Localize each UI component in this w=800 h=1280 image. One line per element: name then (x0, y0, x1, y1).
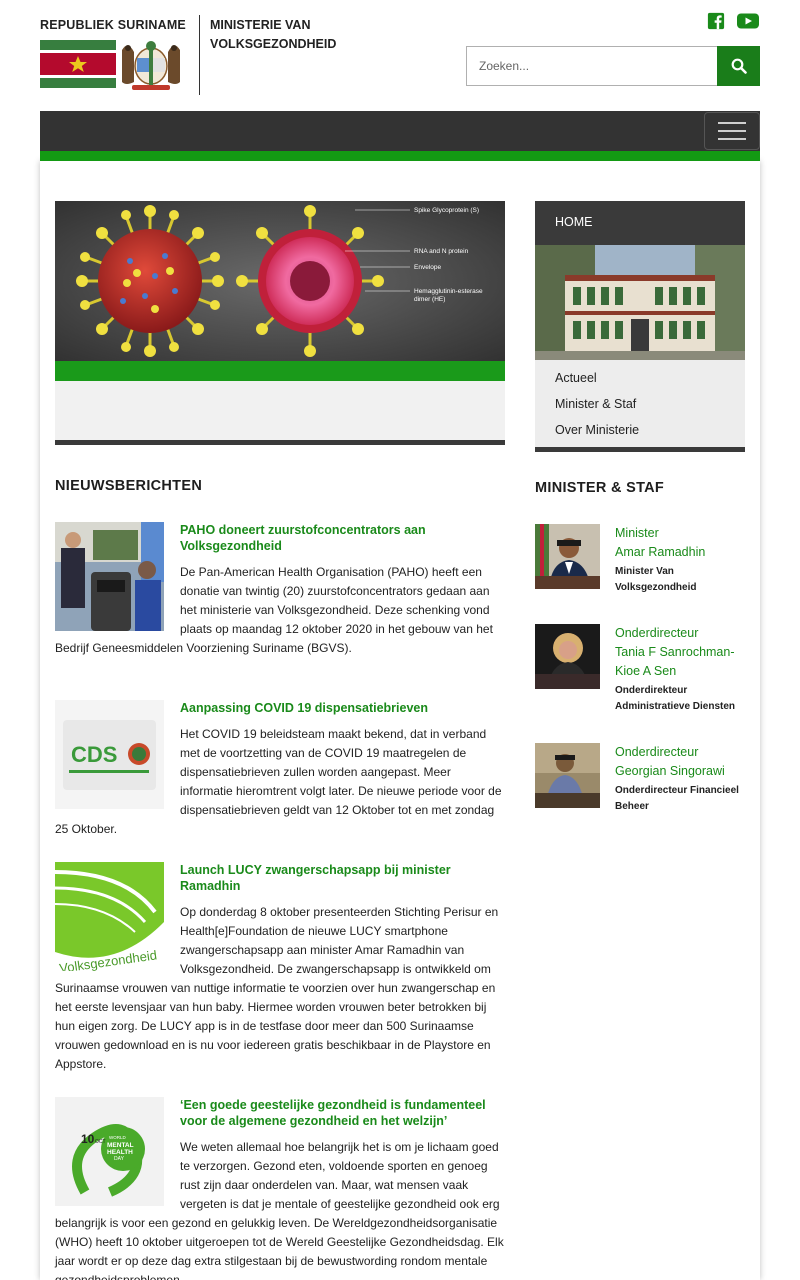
staff-position: Onderdirekteur Administratieve Diensten (615, 685, 736, 712)
mental-health-world: WORLD (109, 1135, 127, 1140)
suriname-flag-icon (40, 40, 116, 88)
site-logo[interactable]: REPUBLIEK SURINAME (40, 16, 186, 94)
mental-health-date: 10 (81, 1132, 95, 1146)
staff-name[interactable]: Georgian Singorawi (615, 762, 750, 781)
sidebar-item-minister-staf[interactable]: Minister & Staf (555, 391, 639, 417)
staff-role[interactable]: Minister (615, 524, 750, 543)
coat-of-arms-icon (122, 41, 180, 90)
cds-logo-text: CDS (71, 742, 117, 767)
hamburger-menu-icon-line (718, 138, 746, 140)
mental-health-health: HEALTH (107, 1149, 133, 1156)
news-item: CDS Aanpassing COVID 19 dispensatiebriev… (55, 700, 505, 839)
news-thumb-mental-health-day[interactable]: 10 OCT WORLD MENTAL HEALTH DAY (55, 1097, 164, 1206)
sidebar-item-home[interactable]: HOME (535, 201, 745, 245)
coronavirus-illustration: Spike Glycoprotein (S) RNA and N protein… (55, 201, 505, 361)
staff-text: Onderdirecteur Tania F Sanrochman-Kioe A… (615, 624, 750, 715)
slider-caption-bar (55, 361, 505, 381)
slider-label-he-line2: dimer (HE) (414, 296, 445, 303)
ministry-name-line1: MINISTERIE VAN (210, 18, 311, 32)
sidebar-item-actueel[interactable]: Actueel (555, 365, 639, 391)
hamburger-menu-icon (718, 122, 746, 124)
sidebar-menu: HOME Actueel Minister & Staf Over Minist… (535, 201, 745, 452)
slider-label-he-line1: Hemagglutinin-esterase (414, 288, 483, 295)
slider-bottom-border (55, 440, 505, 445)
mental-health-month: OCT (95, 1139, 106, 1145)
facebook-icon[interactable] (706, 12, 726, 30)
youtube-icon[interactable] (736, 12, 760, 30)
staff-text: Onderdirecteur Georgian Singorawi Onderd… (615, 743, 750, 815)
navbar-accent-bar (40, 151, 760, 161)
search-form (466, 46, 760, 86)
news-item: PAHO doneert zuurstofconcentrators aan V… (55, 522, 505, 658)
search-input[interactable] (466, 46, 718, 86)
staff-position: Onderdirecteur Financieel Beheer (615, 785, 739, 812)
ministry-name[interactable]: MINISTERIE VAN VOLKSGEZONDHEID (210, 16, 410, 54)
staff-name[interactable]: Amar Ramadhin (615, 543, 750, 562)
staff-role[interactable]: Onderdirecteur (615, 743, 750, 762)
staff-photo-onderdirecteur-1[interactable] (535, 624, 600, 689)
hamburger-menu-icon-line (718, 130, 746, 132)
search-button[interactable] (717, 46, 760, 86)
sidebar-item-over-ministerie[interactable]: Over Ministerie (555, 417, 639, 443)
slider-label-rna: RNA and N protein (414, 248, 469, 255)
hero-slider[interactable]: Spike Glycoprotein (S) RNA and N protein… (55, 201, 505, 445)
staff-photo-minister[interactable] (535, 524, 600, 589)
sidebar-bottom-border (535, 447, 745, 452)
news-thumb-paho[interactable] (55, 522, 164, 631)
logo-title: REPUBLIEK SURINAME (40, 18, 186, 32)
news-item: 10 OCT WORLD MENTAL HEALTH DAY ‘Een goed… (55, 1097, 505, 1280)
slider-label-spike: Spike Glycoprotein (S) (414, 207, 479, 214)
mental-health-day: DAY (114, 1156, 125, 1162)
search-icon (731, 58, 747, 74)
staff-heading: MINISTER & STAF (535, 480, 665, 496)
staff-photo-onderdirecteur-2[interactable] (535, 743, 600, 808)
staff-name[interactable]: Tania F Sanrochman-Kioe A Sen (615, 643, 750, 681)
staff-position: Minister Van Volksgezondheid (615, 566, 697, 593)
news-thumb-cds[interactable]: CDS (55, 700, 164, 809)
mental-health-mental: MENTAL (107, 1142, 134, 1149)
news-heading: NIEUWSBERICHTEN (55, 478, 203, 494)
ministry-building-photo (535, 245, 745, 360)
staff-text: Minister Amar Ramadhin Minister Van Volk… (615, 524, 750, 596)
navbar-toggler[interactable] (704, 112, 760, 150)
ministry-name-line2: VOLKSGEZONDHEID (210, 37, 337, 51)
news-item: Volksgezondheid Launch LUCY zwangerschap… (55, 862, 505, 1074)
main-navbar (40, 111, 760, 151)
header-divider (199, 15, 200, 95)
staff-role[interactable]: Onderdirecteur (615, 624, 750, 643)
site-header: REPUBLIEK SURINAME MINISTERIE VAN VOLKSG… (0, 0, 800, 110)
sidebar-links: Actueel Minister & Staf Over Ministerie (555, 365, 639, 443)
news-thumb-volksgezondheid[interactable]: Volksgezondheid (55, 862, 164, 971)
slider-label-envelope: Envelope (414, 264, 441, 271)
social-links (706, 12, 760, 30)
